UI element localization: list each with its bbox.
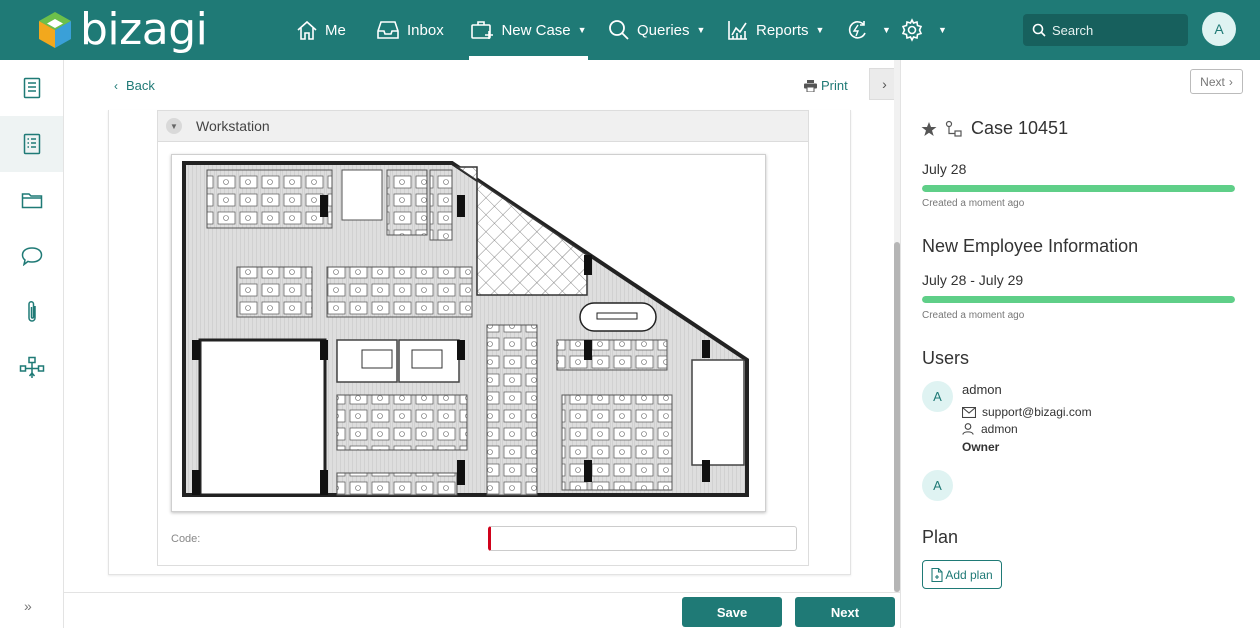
chevron-down-icon: ▼ <box>696 25 706 35</box>
lightning-refresh-icon <box>848 21 866 39</box>
task-progress-fill <box>922 296 1235 303</box>
process-map-icon[interactable] <box>945 120 963 138</box>
case-details-panel: Next › Case 10451 July 28 Created a mome… <box>900 60 1260 628</box>
workflow-icon <box>19 356 44 378</box>
case-created-text: Created a moment ago <box>922 198 1025 209</box>
case-progress-fill <box>922 185 1235 192</box>
search-icon <box>609 20 629 40</box>
chevron-down-icon: ▼ <box>577 25 587 35</box>
workstation-panel: ▼ Workstation Code: <box>157 110 809 566</box>
printer-icon <box>804 79 817 92</box>
user-avatar[interactable]: A <box>922 470 953 501</box>
user-role: Owner <box>962 440 1000 454</box>
user-name: admon <box>962 382 1002 397</box>
nav-settings[interactable]: ▼ <box>900 0 947 60</box>
nav-new-case-label: New Case <box>501 21 571 39</box>
print-label: Print <box>821 78 848 93</box>
task-progress-bar <box>922 296 1235 303</box>
form-area: ‹ Back Print › ▼ Workstation Code: <box>64 60 900 592</box>
nav-me[interactable]: Me <box>296 0 346 60</box>
home-icon <box>297 20 317 40</box>
print-link[interactable]: Print <box>804 78 848 93</box>
envelope-icon <box>962 406 976 418</box>
form-footer: Save Next <box>64 592 900 628</box>
add-plan-label: Add plan <box>945 567 993 582</box>
gear-icon <box>901 18 923 42</box>
next-button[interactable]: Next <box>795 597 895 627</box>
user-login: admon <box>962 422 1018 436</box>
search-box[interactable] <box>1023 14 1188 46</box>
rail-item-folders[interactable] <box>0 172 63 228</box>
search-icon <box>1032 23 1046 37</box>
left-rail: » <box>0 60 64 628</box>
chevron-right-icon: › <box>1228 74 1233 89</box>
chevron-left-icon: ‹ <box>114 78 118 93</box>
back-label: Back <box>126 78 155 93</box>
bizagi-logo[interactable]: bizagi <box>38 4 208 55</box>
floor-plan-image[interactable] <box>171 154 766 512</box>
rail-item-details[interactable] <box>0 116 63 172</box>
folder-icon <box>21 193 42 209</box>
expand-rail-icon[interactable]: » <box>24 598 32 614</box>
code-input[interactable] <box>488 526 797 551</box>
logo-text: bizagi <box>80 4 208 55</box>
top-navigation-bar: bizagi Me Inbox New Case ▼ Queries ▼ Rep… <box>0 0 1260 60</box>
comment-icon <box>21 247 42 266</box>
case-date: July 28 <box>922 161 967 177</box>
code-label: Code: <box>171 533 201 545</box>
case-title: Case 10451 <box>971 118 1069 138</box>
nav-actions[interactable]: ▼ <box>846 0 891 60</box>
bizagi-cube-icon <box>39 12 71 48</box>
nav-me-label: Me <box>325 21 346 39</box>
user-email-text: support@bizagi.com <box>982 405 1092 419</box>
nav-inbox-label: Inbox <box>407 21 444 39</box>
add-plan-button[interactable]: Add plan <box>922 560 1002 589</box>
document-icon <box>23 77 40 99</box>
user-email: support@bizagi.com <box>962 405 1092 419</box>
back-link[interactable]: ‹ Back <box>114 78 155 93</box>
nav-new-case[interactable]: New Case ▼ <box>469 0 588 60</box>
case-header: Case 10451 <box>921 118 1068 139</box>
task-dates: July 28 - July 29 <box>922 272 1024 288</box>
search-input[interactable] <box>1052 22 1172 38</box>
plan-title: Plan <box>922 527 959 547</box>
floor-plan-drawing <box>172 155 765 511</box>
person-icon <box>962 423 974 435</box>
nav-inbox[interactable]: Inbox <box>376 0 444 60</box>
nav-reports-label: Reports <box>756 21 809 39</box>
star-icon[interactable] <box>921 121 937 137</box>
nav-queries-label: Queries <box>637 21 690 39</box>
user-avatar[interactable]: A <box>1202 12 1236 46</box>
details-icon <box>23 133 40 155</box>
add-document-icon <box>931 567 943 582</box>
chevron-down-icon: ▼ <box>815 25 825 35</box>
next-case-button[interactable]: Next › <box>1190 69 1243 94</box>
rail-item-comments[interactable] <box>0 228 63 284</box>
paperclip-icon <box>27 301 36 322</box>
rail-item-workflow[interactable] <box>0 340 63 396</box>
inbox-icon <box>377 21 399 39</box>
chevron-down-icon: ▼ <box>938 25 947 35</box>
user-login-text: admon <box>981 422 1018 436</box>
workstation-header[interactable]: ▼ Workstation <box>158 111 808 142</box>
rail-item-form[interactable] <box>0 60 63 116</box>
nav-reports[interactable]: Reports ▼ <box>727 0 824 60</box>
new-case-icon <box>471 21 494 39</box>
save-button[interactable]: Save <box>682 597 782 627</box>
case-progress-bar <box>922 185 1235 192</box>
task-title: New Employee Information <box>922 236 1139 256</box>
rail-item-attachments[interactable] <box>0 284 63 340</box>
chevron-down-icon[interactable]: ▼ <box>166 118 182 134</box>
nav-queries[interactable]: Queries ▼ <box>608 0 705 60</box>
next-case-label: Next <box>1200 74 1225 89</box>
reports-icon <box>728 21 747 40</box>
task-created-text: Created a moment ago <box>922 310 1025 321</box>
chevron-down-icon: ▼ <box>882 25 891 35</box>
user-avatar[interactable]: A <box>922 381 953 412</box>
workstation-title: Workstation <box>196 118 270 134</box>
users-title: Users <box>922 348 970 368</box>
